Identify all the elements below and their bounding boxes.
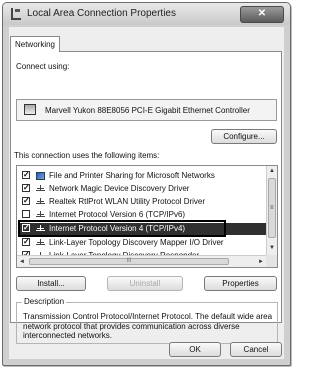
description-legend: Description: [22, 297, 67, 306]
list-item[interactable]: ✓ File and Printer Sharing for Microsoft…: [19, 170, 266, 182]
network-connection-icon: [11, 8, 21, 20]
scroll-down-icon[interactable]: ▼: [269, 245, 275, 251]
description-text: Transmission Control Protocol/Internet P…: [23, 312, 273, 340]
network-adapter-icon: [24, 104, 36, 115]
cancel-button[interactable]: Cancel: [230, 342, 282, 357]
list-item-label: File and Printer Sharing for Microsoft N…: [49, 171, 215, 180]
grip-icon: ≡: [270, 205, 274, 211]
selection-highlight-frame: [18, 220, 226, 237]
items-list[interactable]: ✓ File and Printer Sharing for Microsoft…: [16, 165, 278, 268]
adapter-field: Marvell Yukon 88E8056 PCI-E Gigabit Ethe…: [16, 99, 277, 121]
ok-button[interactable]: OK: [169, 342, 221, 357]
tab-networking[interactable]: Networking: [10, 36, 60, 52]
scroll-up-icon[interactable]: ▲: [269, 168, 275, 174]
properties-button[interactable]: Properties: [204, 276, 277, 291]
protocol-icon: [36, 239, 45, 245]
scroll-corner: [266, 255, 277, 267]
vertical-scroll-thumb[interactable]: ≡: [268, 178, 276, 238]
list-item[interactable]: ✓ Link-Layer Topology Discovery Mapper I…: [19, 237, 266, 249]
title-bar[interactable]: Local Area Connection Properties ✕: [3, 3, 290, 25]
protocol-icon: [36, 211, 45, 217]
checkbox[interactable]: ✓: [22, 197, 30, 205]
scroll-left-icon[interactable]: ◄: [19, 259, 25, 265]
list-item-label: Link-Layer Topology Discovery Mapper I/O…: [49, 238, 224, 247]
vertical-scrollbar[interactable]: ▲ ≡ ▼: [266, 166, 277, 255]
configure-button[interactable]: Configure...: [211, 129, 277, 144]
dialog-client-area: Networking Connect using: Marvell Yukon …: [9, 27, 284, 359]
checkbox[interactable]: [22, 210, 30, 218]
close-button[interactable]: ✕: [240, 6, 284, 23]
protocol-icon: [36, 185, 45, 191]
networking-panel: Connect using: Marvell Yukon 88E8056 PCI…: [10, 51, 282, 344]
horizontal-scrollbar[interactable]: ◄ III ►: [17, 255, 266, 267]
checkbox[interactable]: ✓: [22, 184, 30, 192]
list-item[interactable]: ✓ Realtek RtlProt WLAN Utility Protocol …: [19, 196, 266, 208]
uninstall-button: Uninstall: [107, 276, 183, 291]
list-item-label: Network Magic Device Discovery Driver: [49, 184, 190, 193]
items-label: This connection uses the following items…: [14, 151, 160, 160]
scroll-right-icon[interactable]: ►: [258, 259, 264, 265]
service-icon: [36, 172, 45, 180]
horizontal-scroll-thumb[interactable]: III: [29, 258, 229, 265]
connect-using-label: Connect using:: [16, 62, 70, 71]
protocol-icon: [36, 198, 45, 204]
properties-dialog: Local Area Connection Properties ✕ Netwo…: [2, 2, 291, 366]
list-item[interactable]: ✓ Network Magic Device Discovery Driver: [19, 183, 266, 195]
list-item-label: Realtek RtlProt WLAN Utility Protocol Dr…: [49, 197, 206, 206]
checkbox[interactable]: ✓: [22, 238, 30, 246]
window-title: Local Area Connection Properties: [27, 8, 176, 19]
description-group: Description Transmission Control Protoco…: [16, 297, 278, 344]
checkbox[interactable]: ✓: [22, 171, 30, 179]
adapter-name: Marvell Yukon 88E8056 PCI-E Gigabit Ethe…: [45, 106, 250, 115]
install-button[interactable]: Install...: [16, 276, 86, 291]
